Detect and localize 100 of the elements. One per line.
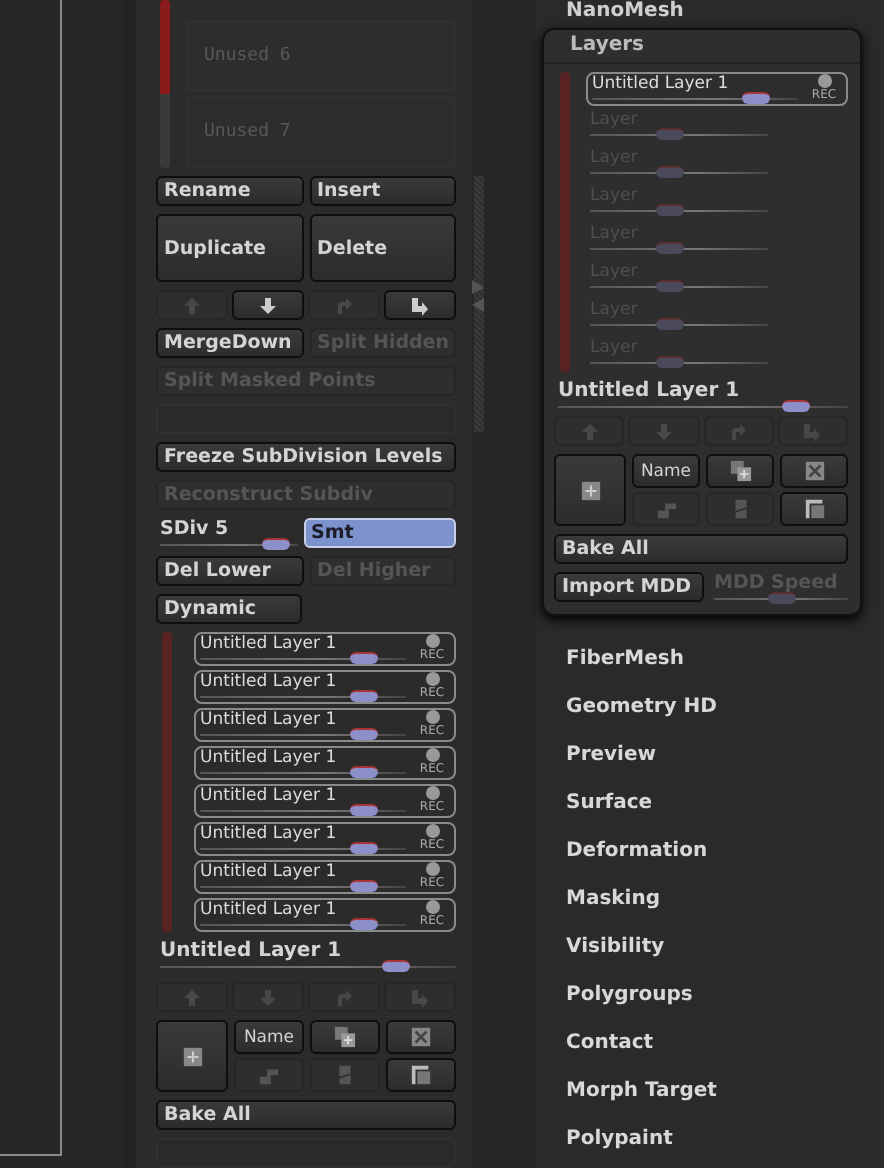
steps-icon — [655, 498, 677, 520]
steps-icon — [258, 1064, 280, 1086]
layer-name: Untitled Layer 1 — [200, 824, 339, 844]
slider-thumb[interactable] — [656, 280, 685, 292]
panel-button[interactable]: Bake All — [554, 534, 848, 564]
panel-button[interactable]: Delete — [309, 214, 456, 282]
slider-thumb[interactable] — [350, 728, 379, 740]
menu-item[interactable]: Polypaint — [566, 1116, 884, 1164]
tool-button[interactable] — [386, 1058, 456, 1092]
layer-scrollbar[interactable] — [162, 632, 172, 932]
slider-thumb[interactable] — [656, 128, 685, 140]
tool-button[interactable] — [780, 492, 848, 526]
layer-name: Untitled Layer 1 — [200, 710, 339, 730]
canvas-area[interactable] — [0, 0, 62, 1156]
tool-button[interactable] — [706, 454, 774, 488]
layer-name: Untitled Layer 1 — [200, 862, 339, 882]
panel-button[interactable]: Del Lower — [156, 556, 303, 586]
arrow-icon — [579, 421, 600, 441]
layer-name: Untitled Layer 1 — [200, 634, 339, 654]
arrow-icon — [182, 295, 202, 315]
slider-thumb[interactable] — [781, 400, 810, 412]
slider-thumb[interactable] — [382, 960, 411, 972]
tool-button[interactable] — [156, 1020, 228, 1092]
palette-title[interactable]: Layers — [544, 30, 860, 64]
menu-item[interactable]: Deformation — [566, 828, 884, 876]
name-button[interactable]: Name — [234, 1020, 304, 1054]
curved-arrow-icon — [802, 421, 823, 441]
arrow-icon — [258, 295, 278, 315]
arrow-button[interactable] — [384, 290, 456, 320]
menu-item[interactable]: Polygroups — [566, 972, 884, 1020]
copy-icon — [334, 1026, 356, 1048]
slider-thumb[interactable] — [350, 918, 379, 930]
menu-item[interactable]: Morph Target — [566, 1068, 884, 1116]
slider-thumb[interactable] — [350, 842, 379, 854]
split-page-icon — [334, 1064, 356, 1086]
slider-thumb[interactable] — [350, 804, 379, 816]
curved-arrow-icon — [410, 987, 430, 1007]
menu-item[interactable]: FiberMesh — [566, 636, 884, 684]
slider-thumb[interactable] — [742, 92, 771, 104]
panel-button[interactable]: Insert — [309, 176, 456, 206]
layer-name: Untitled Layer 1 — [200, 900, 339, 920]
slider-thumb[interactable] — [350, 690, 379, 702]
new-page-icon — [181, 1045, 203, 1067]
layer-name: Untitled Layer 1 — [592, 74, 731, 94]
slider[interactable]: SDiv 5 — [156, 518, 297, 548]
collapse-arrows-icon[interactable] — [472, 280, 484, 312]
menu-item[interactable]: Contact — [566, 1020, 884, 1068]
copy-icon — [729, 460, 751, 482]
slider[interactable]: Untitled Layer 1 — [156, 940, 456, 974]
layer-name: Untitled Layer 1 — [200, 748, 339, 768]
slider-label: Untitled Layer 1 — [558, 380, 742, 402]
subtool-scrollbar[interactable] — [160, 0, 170, 168]
arrow-button[interactable] — [232, 290, 304, 320]
layered-pages-icon — [410, 1064, 432, 1086]
menu-item[interactable]: Surface — [566, 780, 884, 828]
curved-arrow-icon — [334, 295, 354, 315]
slider-thumb[interactable] — [350, 880, 379, 892]
menu-item[interactable]: NanoMesh — [542, 0, 884, 24]
slider-label: SDiv 5 — [160, 518, 231, 540]
menu-item[interactable]: Preview — [566, 732, 884, 780]
slider-thumb[interactable] — [262, 538, 291, 550]
panel-button[interactable]: Bake All — [156, 1100, 456, 1130]
slider-thumb[interactable] — [656, 318, 685, 330]
scrollbar[interactable] — [474, 176, 484, 432]
layered-pages-icon — [803, 498, 825, 520]
panel-button[interactable]: MergeDown — [156, 328, 303, 358]
slider-thumb[interactable] — [656, 356, 685, 368]
slider-thumb[interactable] — [350, 652, 379, 664]
arrow-icon — [258, 987, 278, 1007]
tool-button[interactable] — [310, 1020, 380, 1054]
slider-thumb[interactable] — [656, 204, 685, 216]
panel-button[interactable]: Dynamic — [156, 594, 302, 624]
layer-name: Untitled Layer 1 — [200, 786, 339, 806]
panel-button[interactable]: Freeze SubDivision Levels — [156, 442, 456, 472]
curved-arrow-icon — [410, 295, 430, 315]
curved-arrow-icon — [334, 987, 354, 1007]
curved-arrow-icon — [728, 421, 749, 441]
layer-scrollbar[interactable] — [560, 72, 570, 372]
tool-button[interactable] — [780, 454, 848, 488]
slider-label: Untitled Layer 1 — [160, 940, 344, 962]
slider-thumb[interactable] — [656, 242, 685, 254]
tool-button[interactable] — [554, 454, 626, 526]
toggle-button[interactable]: Smt — [303, 518, 456, 548]
slider[interactable]: Untitled Layer 1 — [554, 380, 848, 408]
layer-name: Untitled Layer 1 — [200, 672, 339, 692]
tool-button[interactable] — [386, 1020, 456, 1054]
menu-item[interactable]: Visibility — [566, 924, 884, 972]
arrow-icon — [653, 421, 674, 441]
delete-icon — [410, 1026, 432, 1048]
slider-thumb[interactable] — [350, 766, 379, 778]
name-button[interactable]: Name — [632, 454, 700, 488]
panel-button[interactable]: Import MDD — [554, 572, 704, 602]
panel-button[interactable]: Duplicate — [156, 214, 303, 282]
arrow-icon — [182, 987, 202, 1007]
menu-item[interactable]: Geometry HD — [566, 684, 884, 732]
menu-item[interactable]: Masking — [566, 876, 884, 924]
delete-icon — [803, 460, 825, 482]
new-page-icon — [579, 479, 601, 501]
panel-button[interactable]: Rename — [156, 176, 303, 206]
slider-thumb[interactable] — [656, 166, 685, 178]
